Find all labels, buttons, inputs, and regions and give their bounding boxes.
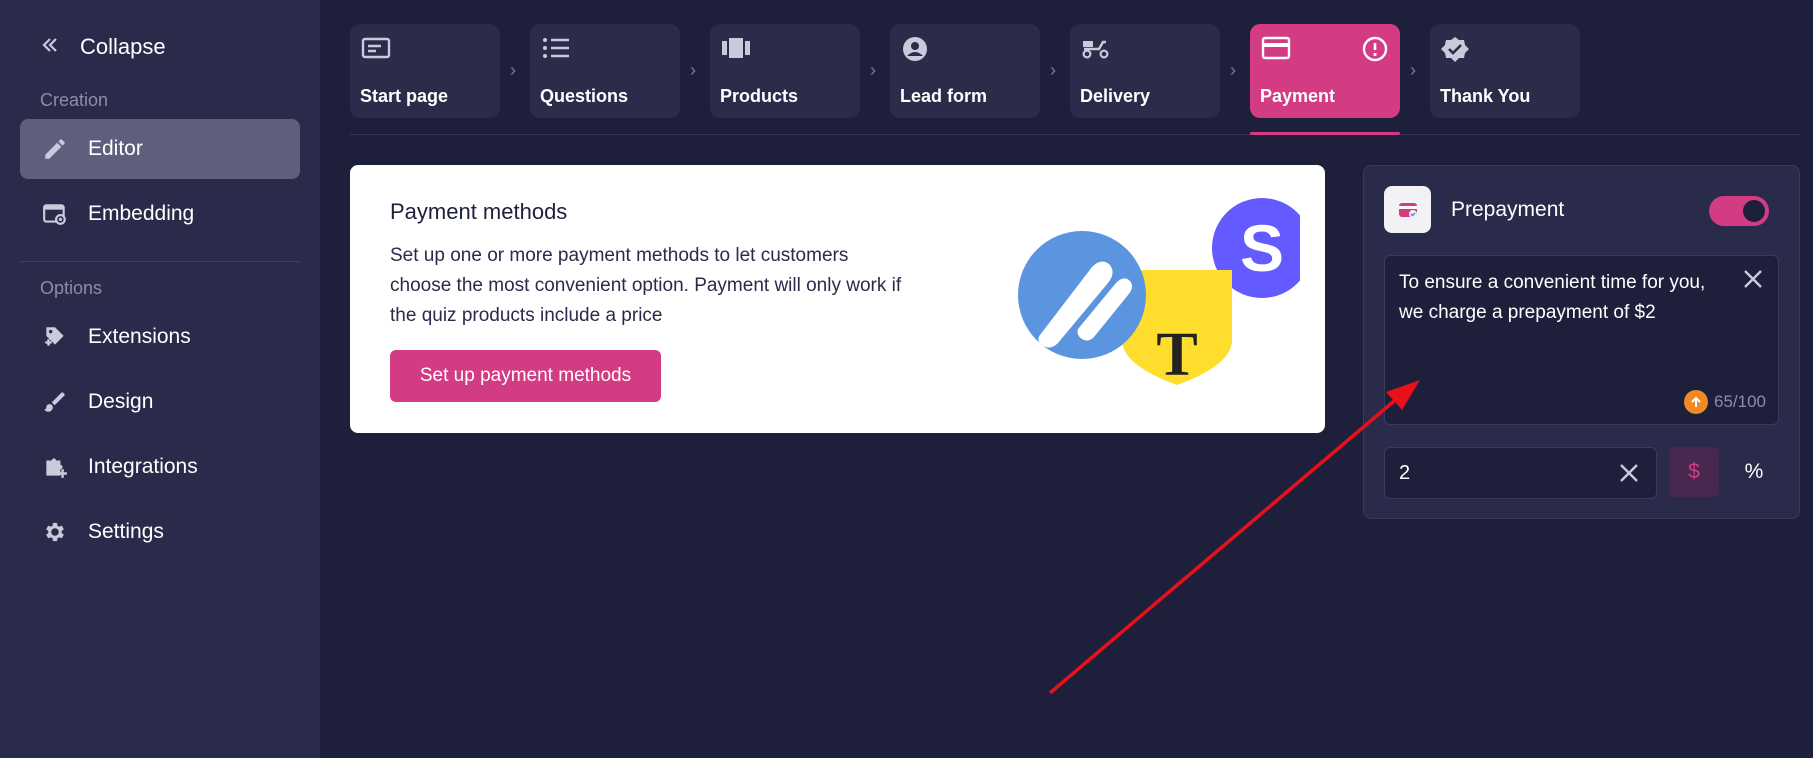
step-label: Thank You <box>1440 86 1531 106</box>
prepayment-toggle[interactable] <box>1709 196 1769 226</box>
verified-badge-icon <box>1441 36 1471 62</box>
brush-icon <box>40 387 70 417</box>
payment-providers-illustration: S T <box>1010 195 1312 395</box>
sidebar-item-label: Integrations <box>88 455 198 478</box>
double-chevron-left-icon <box>40 35 60 60</box>
chevron-right-icon: › <box>1050 60 1056 80</box>
svg-text:T: T <box>1156 321 1197 389</box>
gear-icon <box>40 517 70 547</box>
integrations-icon <box>40 452 70 482</box>
card-title: Payment methods <box>390 199 568 224</box>
sidebar: Collapse Creation Editor Embedding Optio… <box>0 0 320 758</box>
step-label: Payment <box>1260 86 1336 106</box>
sidebar-item-label: Editor <box>88 137 143 160</box>
credit-card-icon <box>1261 36 1291 62</box>
sidebar-item-extensions[interactable]: Extensions <box>20 307 300 367</box>
character-counter: 65/100 <box>1684 390 1766 414</box>
sidebar-item-embedding[interactable]: Embedding <box>20 184 300 244</box>
clear-icon[interactable] <box>1618 462 1640 489</box>
sidebar-item-editor[interactable]: Editor <box>20 119 300 179</box>
tab-delivery[interactable]: Delivery <box>1070 24 1220 118</box>
step-label: Delivery <box>1080 86 1151 106</box>
prepayment-amount-input[interactable]: 2 <box>1384 447 1657 499</box>
chevron-right-icon: › <box>690 60 696 80</box>
puzzle-icon <box>40 322 70 352</box>
sidebar-item-integrations[interactable]: Integrations <box>20 437 300 497</box>
active-step-indicator <box>1250 132 1400 135</box>
tab-lead-form[interactable]: Lead form <box>890 24 1040 118</box>
counter-text: 65/100 <box>1714 392 1766 411</box>
tab-questions[interactable]: Questions <box>530 24 680 118</box>
sidebar-item-design[interactable]: Design <box>20 372 300 432</box>
chevron-right-icon: › <box>510 60 516 80</box>
pencil-icon <box>40 134 70 164</box>
step-label: Questions <box>540 86 629 106</box>
sidebar-item-label: Embedding <box>88 202 195 225</box>
payment-methods-card: Payment methods Set up one or more payme… <box>350 165 1325 433</box>
collapse-button[interactable]: Collapse <box>40 34 166 60</box>
steps-divider <box>350 134 1800 135</box>
chevron-right-icon: › <box>1230 60 1236 80</box>
sidebar-item-label: Design <box>88 390 154 413</box>
prepayment-message-textarea[interactable]: To ensure a convenient time for you, we … <box>1384 255 1779 425</box>
step-label: Lead form <box>900 86 988 106</box>
currency-mode-button[interactable]: $ <box>1669 447 1719 497</box>
prepayment-message-text: To ensure a convenient time for you, we … <box>1399 272 1706 323</box>
section-label-creation: Creation <box>40 90 109 110</box>
user-circle-icon <box>901 36 931 62</box>
list-icon <box>541 36 571 62</box>
scooter-icon <box>1081 36 1111 62</box>
tab-thank-you[interactable]: Thank You <box>1430 24 1580 118</box>
step-label: Start page <box>360 86 449 106</box>
close-icon[interactable] <box>1742 268 1764 295</box>
arrow-up-icon <box>1684 390 1708 414</box>
card-description: Set up one or more payment methods to le… <box>390 245 902 326</box>
chevron-right-icon: › <box>1410 60 1416 80</box>
section-label-options: Options <box>40 278 103 298</box>
amount-value: 2 <box>1399 462 1411 484</box>
alert-circle-icon <box>1362 36 1388 67</box>
sidebar-divider <box>20 261 300 262</box>
toggle-knob <box>1743 200 1765 222</box>
sidebar-item-label: Settings <box>88 520 164 543</box>
step-label: Products <box>720 86 799 106</box>
collapse-label: Collapse <box>80 34 166 59</box>
wallet-icon <box>1384 186 1431 233</box>
sidebar-item-label: Extensions <box>88 325 191 348</box>
tab-payment[interactable]: Payment <box>1250 24 1400 118</box>
sidebar-item-settings[interactable]: Settings <box>20 502 300 562</box>
percent-mode-button[interactable]: % <box>1729 447 1779 497</box>
tab-products[interactable]: Products <box>710 24 860 118</box>
prepayment-title: Prepayment <box>1451 198 1565 221</box>
prepayment-panel: Prepayment To ensure a convenient time f… <box>1363 165 1800 519</box>
carousel-icon <box>721 36 751 62</box>
chevron-right-icon: › <box>870 60 876 80</box>
svg-text:S: S <box>1240 211 1284 285</box>
embed-icon <box>40 199 70 229</box>
start-page-icon <box>361 36 391 62</box>
setup-payment-methods-button[interactable]: Set up payment methods <box>390 350 661 402</box>
tab-start-page[interactable]: Start page <box>350 24 500 118</box>
